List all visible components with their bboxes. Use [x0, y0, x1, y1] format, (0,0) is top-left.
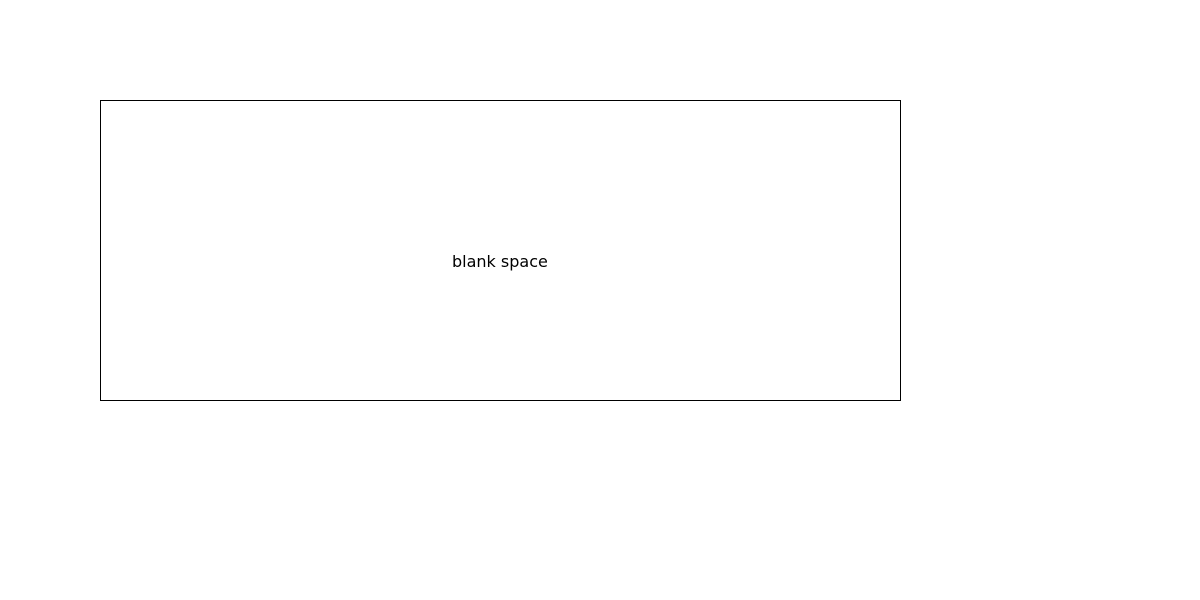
placeholder-label: blank space: [452, 252, 548, 271]
